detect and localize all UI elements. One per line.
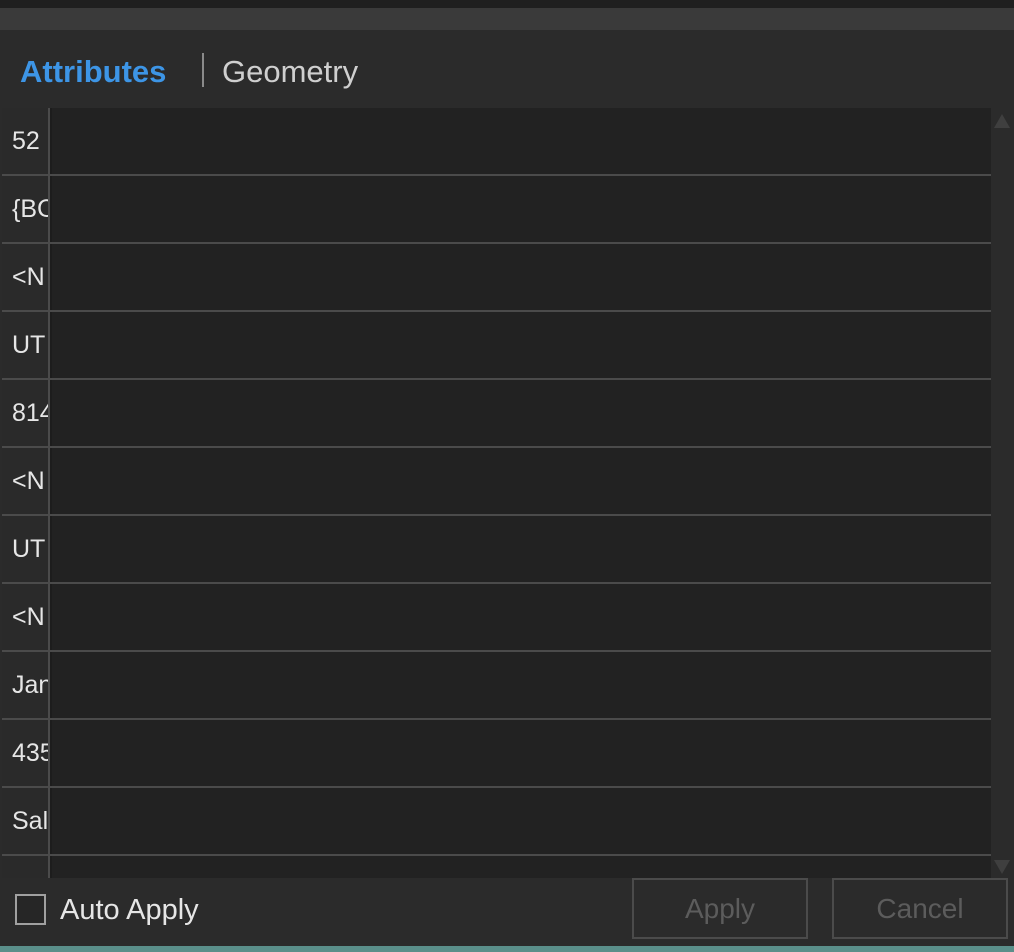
field-label: UT: [2, 312, 50, 378]
table-row[interactable]: <N: [2, 448, 991, 516]
field-value[interactable]: [52, 652, 991, 718]
field-label: 814: [2, 380, 50, 446]
field-value[interactable]: [52, 788, 991, 854]
field-value[interactable]: [52, 584, 991, 650]
field-value[interactable]: [52, 516, 991, 582]
field-value[interactable]: [52, 720, 991, 786]
scroll-down-arrow-icon[interactable]: [994, 860, 1010, 874]
attribute-grid: 52 {BC <N UT 814 <N UT <N: [2, 108, 991, 878]
attributes-pane: Attributes Geometry 52 {BC <N UT 814 <N: [0, 0, 1014, 952]
vertical-scrollbar[interactable]: [991, 108, 1014, 878]
table-row[interactable]: UT: [2, 312, 991, 380]
field-value[interactable]: [52, 380, 991, 446]
footer-bar: Auto Apply Apply Cancel: [0, 878, 1014, 946]
field-label: [2, 856, 50, 878]
field-value[interactable]: [52, 312, 991, 378]
field-label: Sal: [2, 788, 50, 854]
tab-attributes[interactable]: Attributes: [20, 52, 166, 92]
field-label: UT: [2, 516, 50, 582]
auto-apply-label[interactable]: Auto Apply: [60, 892, 199, 928]
bottom-edge-strip: [0, 946, 1014, 952]
auto-apply-checkbox[interactable]: [15, 894, 46, 925]
top-strip: [0, 0, 1014, 8]
field-label: Jan: [2, 652, 50, 718]
cancel-button[interactable]: Cancel: [832, 878, 1008, 939]
table-row[interactable]: UT: [2, 516, 991, 584]
pane-header-bar: [0, 8, 1014, 30]
table-row[interactable]: Jan: [2, 652, 991, 720]
field-value[interactable]: [52, 176, 991, 242]
table-row[interactable]: [2, 856, 991, 878]
field-label: <N: [2, 448, 50, 514]
tab-separator: [202, 53, 204, 87]
field-value[interactable]: [52, 856, 991, 878]
tab-bar: Attributes Geometry: [0, 30, 1014, 108]
field-label: <N: [2, 584, 50, 650]
field-value[interactable]: [52, 448, 991, 514]
table-row[interactable]: 814: [2, 380, 991, 448]
field-label: 435: [2, 720, 50, 786]
table-row[interactable]: <N: [2, 244, 991, 312]
table-row[interactable]: <N: [2, 584, 991, 652]
field-value[interactable]: [52, 244, 991, 310]
field-value[interactable]: [52, 108, 991, 174]
table-row[interactable]: {BC: [2, 176, 991, 244]
tab-geometry[interactable]: Geometry: [222, 52, 358, 92]
field-label: <N: [2, 244, 50, 310]
apply-button[interactable]: Apply: [632, 878, 808, 939]
table-row[interactable]: 435: [2, 720, 991, 788]
field-label: 52: [2, 108, 50, 174]
scroll-up-arrow-icon[interactable]: [994, 114, 1010, 128]
table-row[interactable]: Sal: [2, 788, 991, 856]
table-row[interactable]: 52: [2, 108, 991, 176]
field-label: {BC: [2, 176, 50, 242]
